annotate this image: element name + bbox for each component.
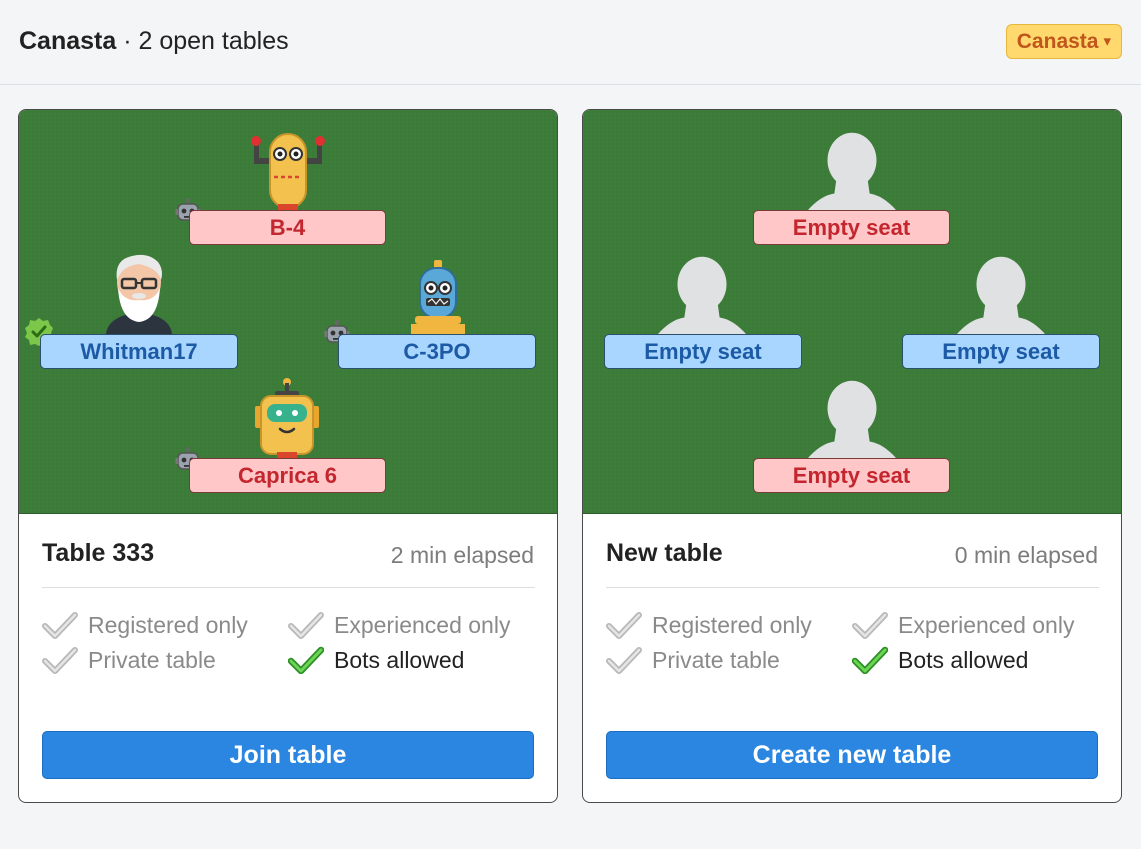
option-label: Bots allowed [334, 646, 465, 673]
table-felt: Empty seat Empty seat Empty seat Empty s… [583, 110, 1121, 514]
check-off-icon [42, 611, 78, 639]
check-on-icon [852, 646, 888, 674]
elapsed-time: 0 min elapsed [954, 542, 1098, 568]
player-avatar [106, 254, 172, 334]
create-new-table-button[interactable]: Create new table [606, 731, 1098, 779]
page-title: Canasta · 2 open tables [19, 27, 289, 56]
option-bots-allowed: Bots allowed [288, 646, 464, 674]
option-label: Registered only [88, 611, 248, 638]
robot-avatar [251, 133, 325, 210]
table-card: B-4 Whitman17 C-3PO Caprica 6 Table 333 … [18, 109, 558, 803]
robot-avatar [255, 378, 319, 460]
table-name: New table [606, 539, 723, 567]
check-off-icon [606, 611, 642, 639]
check-off-icon [852, 611, 888, 639]
open-tables-count: · 2 open tables [123, 27, 289, 55]
table-info: Table 333 2 min elapsed Registered only … [19, 515, 557, 802]
top-bar: Canasta · 2 open tables Canasta ▾ [0, 0, 1141, 85]
table-name: Table 333 [42, 539, 155, 567]
seat-bottom-nameplate[interactable]: Caprica 6 [189, 458, 386, 493]
option-label: Bots allowed [898, 646, 1029, 673]
option-registered-only: Registered only [606, 611, 812, 639]
option-label: Experienced only [898, 611, 1075, 638]
divider [606, 587, 1099, 588]
seat-bottom-nameplate[interactable]: Empty seat [753, 458, 950, 493]
check-on-icon [288, 646, 324, 674]
option-private-table: Private table [42, 646, 216, 674]
seat-top-nameplate[interactable]: B-4 [189, 210, 386, 245]
seat-top-nameplate[interactable]: Empty seat [753, 210, 950, 245]
check-off-icon [288, 611, 324, 639]
seat-right-nameplate[interactable]: C-3PO [338, 334, 536, 369]
game-name: Canasta [19, 27, 117, 55]
empty-seat-avatar [952, 256, 1050, 336]
table-info: New table 0 min elapsed Registered only … [583, 515, 1121, 802]
chevron-down-icon: ▾ [1103, 33, 1111, 50]
divider [42, 587, 535, 588]
table-felt: B-4 Whitman17 C-3PO Caprica 6 [19, 110, 557, 514]
seat-left-nameplate[interactable]: Empty seat [604, 334, 802, 369]
option-experienced-only: Experienced only [288, 611, 510, 639]
robot-avatar [411, 260, 465, 334]
game-select-label: Canasta [1016, 30, 1099, 53]
empty-seat-avatar [803, 380, 901, 460]
game-select-dropdown[interactable]: Canasta ▾ [1005, 24, 1122, 59]
seat-right-nameplate[interactable]: Empty seat [902, 334, 1100, 369]
option-label: Private table [88, 646, 216, 673]
option-experienced-only: Experienced only [852, 611, 1074, 639]
seat-left-nameplate[interactable]: Whitman17 [40, 334, 238, 369]
elapsed-time: 2 min elapsed [390, 542, 534, 568]
join-table-button[interactable]: Join table [42, 731, 534, 779]
option-label: Experienced only [334, 611, 511, 638]
option-private-table: Private table [606, 646, 780, 674]
empty-seat-avatar [653, 256, 751, 336]
table-card: Empty seat Empty seat Empty seat Empty s… [582, 109, 1122, 803]
empty-seat-avatar [803, 132, 901, 212]
option-label: Private table [652, 646, 780, 673]
option-registered-only: Registered only [42, 611, 248, 639]
option-label: Registered only [652, 611, 812, 638]
option-bots-allowed: Bots allowed [852, 646, 1028, 674]
check-off-icon [42, 646, 78, 674]
check-off-icon [606, 646, 642, 674]
